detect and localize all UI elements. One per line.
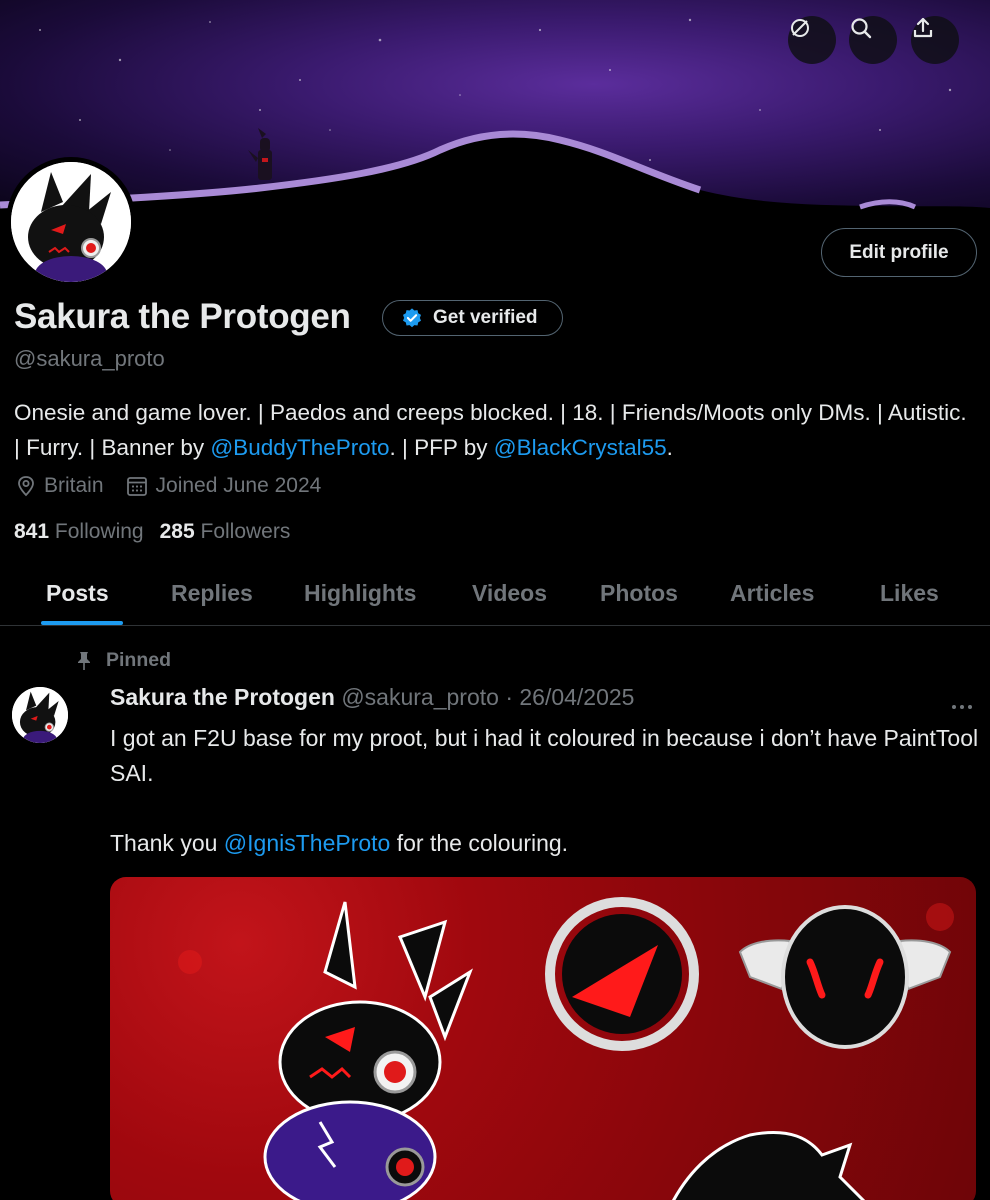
post-text-line: I got an F2U base for my proot, but i ha… (110, 725, 979, 786)
active-tab-indicator (41, 621, 123, 625)
tab-highlights[interactable]: Highlights (304, 560, 416, 626)
get-verified-button[interactable]: Get verified (382, 300, 563, 336)
unfollow-icon (791, 19, 809, 37)
post-header: Sakura the Protogen @sakura_proto · 26/0… (110, 684, 634, 711)
search-icon (851, 18, 872, 39)
calendar-icon (126, 477, 147, 496)
post-text-line: Thank you @IgnisTheProto for the colouri… (110, 826, 980, 861)
search-button[interactable] (849, 16, 897, 64)
followers-link[interactable]: 285 Followers (160, 520, 291, 544)
media-artwork (178, 897, 954, 1200)
join-date: Joined June 2024 (126, 474, 322, 498)
post-media-image[interactable] (110, 877, 976, 1200)
pin-icon (78, 651, 90, 670)
share-button[interactable] (911, 16, 959, 64)
profile-name: Sakura the Protogen (14, 297, 351, 336)
profile-tabs: Posts Replies Highlights Videos Photos A… (0, 560, 990, 626)
bio-text: . | PFP by (389, 435, 494, 460)
location: Britain (16, 474, 104, 498)
post-text: for the colouring. (390, 830, 569, 856)
share-icon (913, 17, 933, 38)
pinned-label: Pinned (106, 649, 172, 671)
post-author-avatar[interactable] (12, 687, 68, 743)
post-author-name[interactable]: Sakura the Protogen (110, 684, 335, 710)
more-icon (952, 705, 972, 709)
profile-avatar[interactable] (6, 157, 136, 287)
verified-badge-icon (403, 308, 421, 328)
bio-text: . (666, 435, 673, 460)
tab-articles[interactable]: Articles (730, 560, 814, 626)
bio-mention-blackcrystal[interactable]: @BlackCrystal55 (494, 435, 667, 460)
unfollow-button[interactable] (788, 16, 836, 64)
followers-count: 285 (159, 520, 195, 543)
avatar-image (11, 162, 131, 282)
post-body: I got an F2U base for my proot, but i ha… (110, 721, 980, 861)
bio-mention-buddy[interactable]: @BuddyTheProto (210, 435, 389, 460)
tab-likes[interactable]: Likes (880, 560, 939, 626)
location-text: Britain (44, 474, 104, 497)
banner-artwork (0, 18, 990, 211)
post-text: Thank you (110, 830, 224, 856)
tab-videos[interactable]: Videos (472, 560, 547, 626)
banner-character (248, 128, 272, 180)
post-mention-ignis[interactable]: @IgnisTheProto (224, 830, 391, 856)
tab-replies[interactable]: Replies (171, 560, 253, 626)
post-avatar-image (12, 687, 68, 743)
profile-banner[interactable] (0, 0, 990, 211)
edit-profile-button[interactable]: Edit profile (821, 228, 977, 277)
pinned-indicator: Pinned (76, 649, 171, 672)
profile-bio: Onesie and game lover. | Paedos and cree… (14, 395, 974, 465)
post-handle-date[interactable]: @sakura_proto · 26/04/2025 (341, 684, 634, 710)
follow-stats: 841 Following 285 Followers (14, 520, 290, 544)
following-link[interactable]: 841 Following (14, 520, 144, 544)
location-pin-icon (18, 476, 34, 497)
profile-meta: Britain Joined June 2024 (16, 474, 343, 498)
post-more-button[interactable] (951, 697, 973, 715)
following-label: Following (54, 520, 144, 543)
tab-posts[interactable]: Posts (46, 560, 109, 626)
profile-handle: @sakura_proto (14, 346, 165, 371)
followers-label: Followers (200, 520, 291, 543)
get-verified-label: Get verified (433, 307, 538, 328)
tab-photos[interactable]: Photos (600, 560, 678, 626)
following-count: 841 (14, 520, 50, 543)
joined-text: Joined June 2024 (155, 474, 322, 497)
